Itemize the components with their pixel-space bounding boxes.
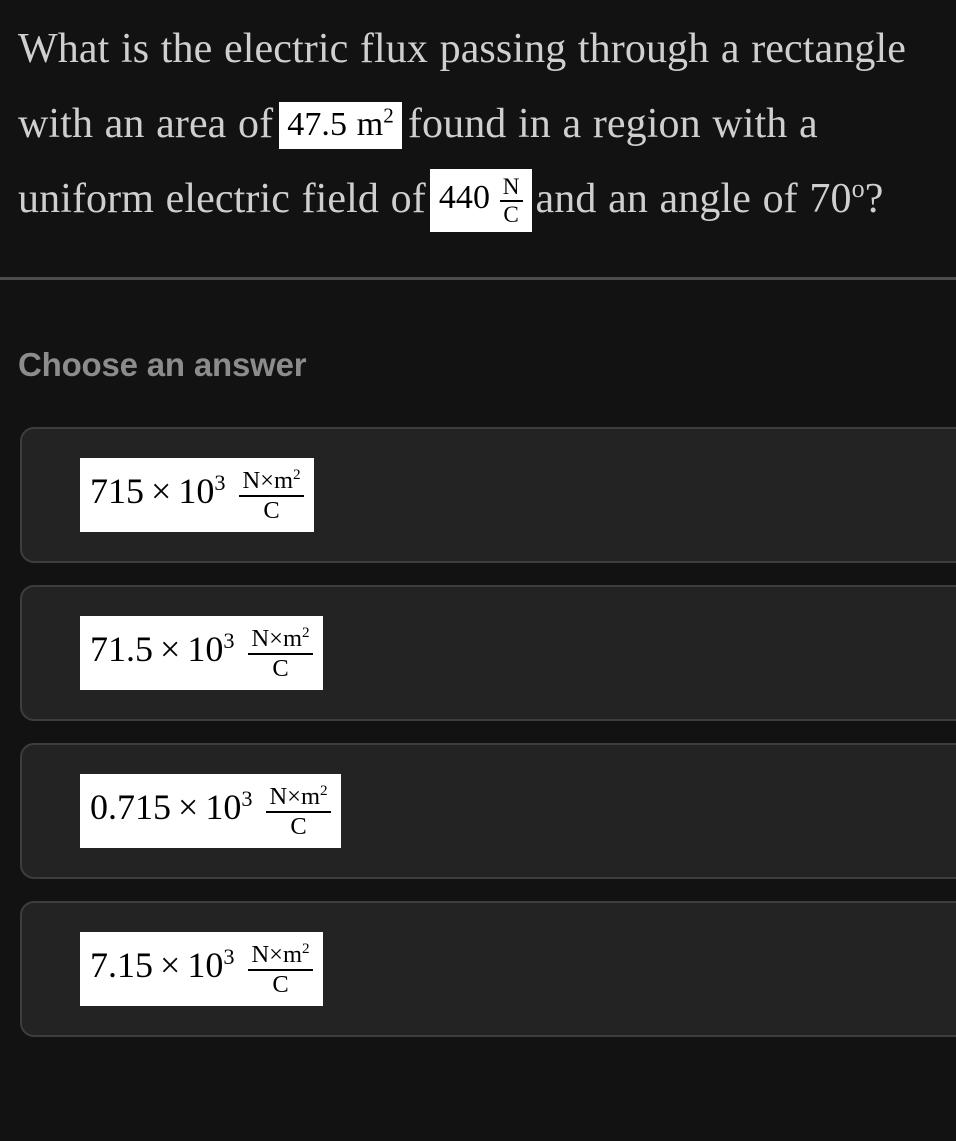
answer-2-unit-numerator-first: N — [251, 624, 270, 652]
answer-1-times-symbol: × — [151, 470, 172, 511]
answer-2-times-symbol: × — [160, 628, 181, 669]
answer-3-exponent: 3 — [241, 785, 253, 811]
area-unit-exponent: 2 — [383, 103, 394, 128]
answer-3-unit-fraction: N×m2 C — [266, 781, 331, 840]
field-unit-numerator: N — [499, 175, 523, 203]
answer-4-unit-fraction: N×m2 C — [248, 939, 313, 998]
field-unit-fraction: NC — [499, 175, 523, 229]
answer-3-base: 10 — [205, 786, 242, 827]
answer-2-unit-numerator-second: m — [282, 624, 302, 652]
answer-4-unit-numerator-exponent: 2 — [302, 939, 310, 957]
answer-option-1[interactable]: 715 × 103 N×m2 C — [20, 427, 956, 563]
answer-2-unit-numerator: N×m2 — [248, 623, 313, 655]
answer-3-unit-numerator-first: N — [269, 782, 288, 810]
answer-2-unit-numerator-exponent: 2 — [302, 623, 310, 641]
answer-option-4[interactable]: 7.15 × 103 N×m2 C — [20, 901, 956, 1037]
answer-1-base: 10 — [178, 470, 215, 511]
answer-2-unit-numerator-times: × — [269, 624, 283, 652]
answer-4-unit-numerator: N×m2 — [248, 939, 313, 971]
area-value: 47.5 — [287, 105, 348, 143]
answer-1-unit-fraction: N×m2 C — [239, 465, 304, 524]
answer-3-coefficient: 0.715 — [90, 786, 171, 827]
answer-4-unit-numerator-times: × — [269, 940, 283, 968]
answer-option-1-math: 715 × 103 N×m2 C — [80, 457, 314, 533]
answer-1-unit-numerator-times: × — [260, 466, 274, 494]
answer-4-unit-numerator-first: N — [251, 940, 270, 968]
answer-2-coefficient: 71.5 — [90, 628, 153, 669]
answer-1-unit-numerator-exponent: 2 — [293, 465, 301, 483]
answer-option-3[interactable]: 0.715 × 103 N×m2 C — [20, 743, 956, 879]
field-unit-denominator: C — [503, 202, 519, 229]
answer-3-times-symbol: × — [178, 786, 199, 827]
answer-3-unit-denominator: C — [290, 812, 307, 840]
answer-1-exponent: 3 — [214, 469, 226, 495]
question-text-part-4: ? — [864, 176, 884, 222]
answer-2-base: 10 — [187, 628, 224, 669]
answer-4-exponent: 3 — [223, 943, 235, 969]
choose-an-answer-label: Choose an answer — [18, 346, 307, 383]
answer-options-list: 715 × 103 N×m2 C 71.5 × 103 N×m2 C 0.715 × 103 N×m2… — [0, 427, 956, 1037]
question-text-part-3: and an angle of 70 — [535, 176, 852, 222]
answer-option-4-math: 7.15 × 103 N×m2 C — [80, 931, 323, 1007]
answer-4-unit-numerator-second: m — [282, 940, 302, 968]
area-value-chip: 47.5 m2 — [279, 101, 402, 149]
field-value-chip: 440 NC — [429, 169, 532, 232]
answers-section: Choose an answer 715 × 103 N×m2 C 71.5 × 103 N×… — [0, 280, 956, 1037]
area-unit-base: m — [356, 105, 384, 143]
answer-1-unit-numerator-first: N — [242, 466, 261, 494]
answer-4-coefficient: 7.15 — [90, 944, 153, 985]
answer-option-2-math: 71.5 × 103 N×m2 C — [80, 615, 323, 691]
answer-2-unit-denominator: C — [272, 654, 289, 682]
answer-3-unit-numerator-second: m — [300, 782, 320, 810]
answer-2-exponent: 3 — [223, 627, 235, 653]
answer-4-base: 10 — [187, 944, 224, 985]
answer-option-2[interactable]: 71.5 × 103 N×m2 C — [20, 585, 956, 721]
answer-1-unit-denominator: C — [263, 496, 280, 524]
question-section: What is the electric flux passing throug… — [0, 0, 956, 280]
answer-1-unit-numerator-second: m — [273, 466, 293, 494]
answer-3-unit-numerator-times: × — [287, 782, 301, 810]
answer-4-times-symbol: × — [160, 944, 181, 985]
answer-option-3-math: 0.715 × 103 N×m2 C — [80, 773, 341, 849]
answer-2-unit-fraction: N×m2 C — [248, 623, 313, 682]
answer-1-unit-numerator: N×m2 — [239, 465, 304, 497]
question-text: What is the electric flux passing throug… — [0, 0, 956, 237]
answer-4-unit-denominator: C — [272, 970, 289, 998]
answer-3-unit-numerator-exponent: 2 — [320, 781, 328, 799]
answer-1-coefficient: 715 — [90, 470, 144, 511]
field-value: 440 — [438, 179, 491, 217]
answer-3-unit-numerator: N×m2 — [266, 781, 331, 813]
degree-symbol: o — [851, 174, 865, 203]
